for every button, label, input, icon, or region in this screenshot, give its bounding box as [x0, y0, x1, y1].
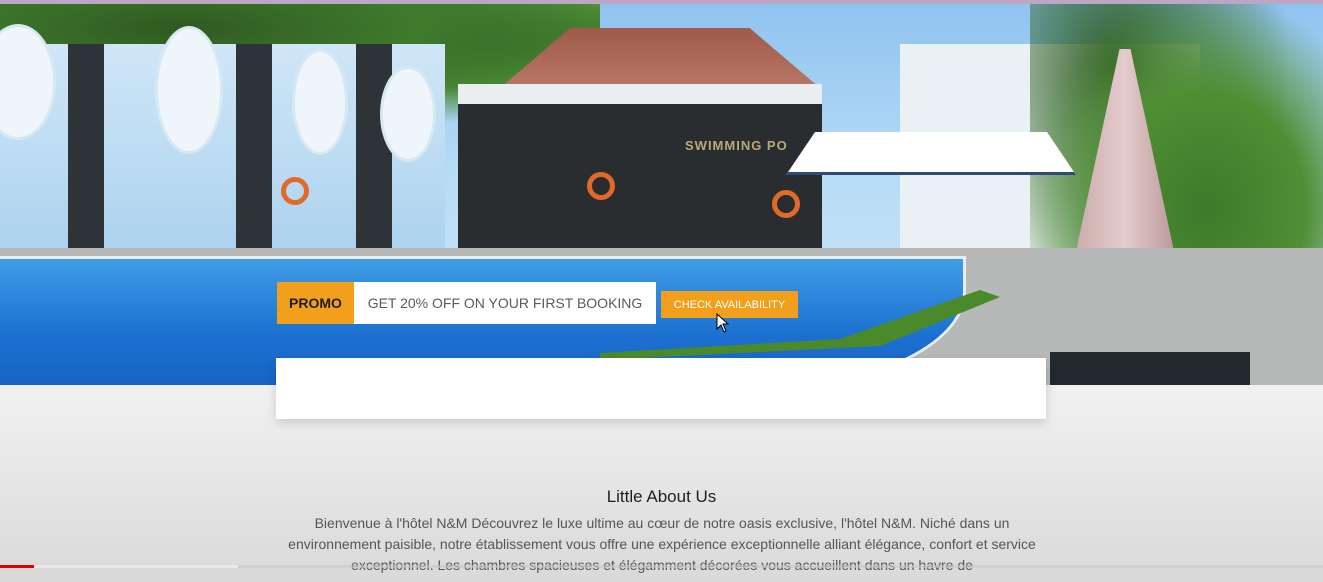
- booking-panel: [276, 358, 1046, 419]
- wall-medallion: [292, 49, 348, 155]
- life-ring-icon: [587, 172, 615, 200]
- pool-house-sign: SWIMMING PO: [685, 138, 788, 153]
- lounge-chair: [1050, 352, 1250, 385]
- wall-medallion: [380, 66, 436, 162]
- hero-image: SWIMMING PO: [0, 4, 1323, 385]
- about-title: Little About Us: [606, 487, 717, 506]
- wall-pillar: [68, 44, 104, 274]
- wall-pillar: [236, 44, 272, 274]
- promo-label: PROMO: [277, 282, 354, 324]
- life-ring-icon: [772, 190, 800, 218]
- wall-medallion: [155, 26, 223, 154]
- mouse-pointer-icon: [716, 313, 730, 333]
- wall-pillar: [356, 44, 392, 274]
- life-ring-icon: [281, 177, 309, 205]
- video-progress-played: [0, 565, 35, 568]
- video-progress-loaded: [0, 565, 239, 568]
- patio-umbrella: [786, 132, 1076, 175]
- promo-text: GET 20% OFF ON YOUR FIRST BOOKING: [354, 282, 656, 324]
- pool-house: [458, 84, 822, 272]
